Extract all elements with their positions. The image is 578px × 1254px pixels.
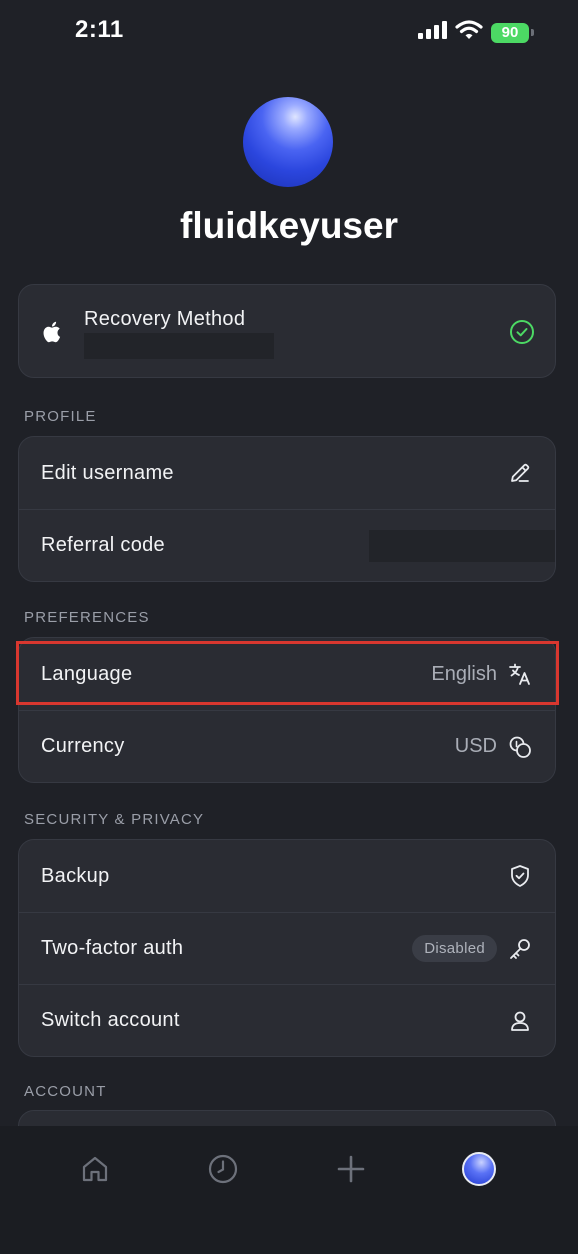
referral-code-label: Referral code: [41, 534, 165, 556]
referral-code-row[interactable]: Referral code: [19, 509, 555, 581]
add-icon[interactable]: [334, 1152, 368, 1186]
two-factor-label: Two-factor auth: [41, 937, 184, 959]
two-factor-status-badge: Disabled: [412, 935, 497, 962]
battery-indicator: 90: [491, 22, 534, 43]
bottom-nav: [0, 1126, 578, 1254]
recovery-method-label: Recovery Method: [84, 308, 246, 330]
referral-code-value-redacted: [369, 530, 555, 562]
recovery-card[interactable]: Recovery Method: [18, 284, 556, 378]
status-bar: 2:11 90: [0, 0, 578, 64]
language-highlight-box: [16, 641, 559, 705]
profile-nav-item[interactable]: [462, 1152, 496, 1186]
edit-username-label: Edit username: [41, 461, 174, 484]
status-time: 2:11: [75, 16, 124, 43]
section-preferences-title: PREFERENCES: [24, 609, 150, 626]
user-icon: [507, 1008, 533, 1034]
switch-account-row[interactable]: Switch account: [19, 984, 555, 1056]
key-icon: [507, 936, 533, 962]
profile-avatar-nav-icon: [462, 1152, 496, 1186]
home-icon[interactable]: [78, 1152, 112, 1186]
section-account-title: ACCOUNT: [24, 1083, 107, 1100]
signal-icon: [417, 20, 447, 45]
backup-row[interactable]: Backup: [19, 840, 555, 912]
pencil-icon: [507, 460, 533, 486]
shield-check-icon: [507, 863, 533, 889]
switch-account-label: Switch account: [41, 1009, 180, 1031]
currency-label: Currency: [41, 735, 125, 757]
currency-value: USD: [454, 735, 497, 757]
edit-username-row[interactable]: Edit username: [19, 437, 555, 509]
section-profile-title: PROFILE: [24, 408, 97, 425]
username-title: fluidkeyuser: [180, 205, 398, 246]
backup-label: Backup: [41, 864, 110, 887]
status-icons: 90: [417, 20, 534, 45]
two-factor-row[interactable]: Two-factor auth Disabled: [19, 912, 555, 984]
recovery-method-detail-redacted: [84, 333, 274, 359]
battery-cap: [531, 29, 534, 36]
section-security-title: SECURITY & PRIVACY: [24, 811, 205, 828]
check-circle-icon: [509, 319, 535, 350]
wifi-icon: [455, 20, 483, 45]
profile-avatar[interactable]: [243, 97, 333, 187]
apple-icon: [41, 319, 65, 350]
currency-row[interactable]: Currency USD: [19, 710, 555, 782]
coins-icon: [507, 734, 533, 760]
battery-level: 90: [491, 22, 529, 43]
history-icon[interactable]: [206, 1152, 240, 1186]
security-card: Backup Two-factor auth Disabled Switch a…: [18, 839, 556, 1057]
profile-card: Edit username Referral code: [18, 436, 556, 582]
